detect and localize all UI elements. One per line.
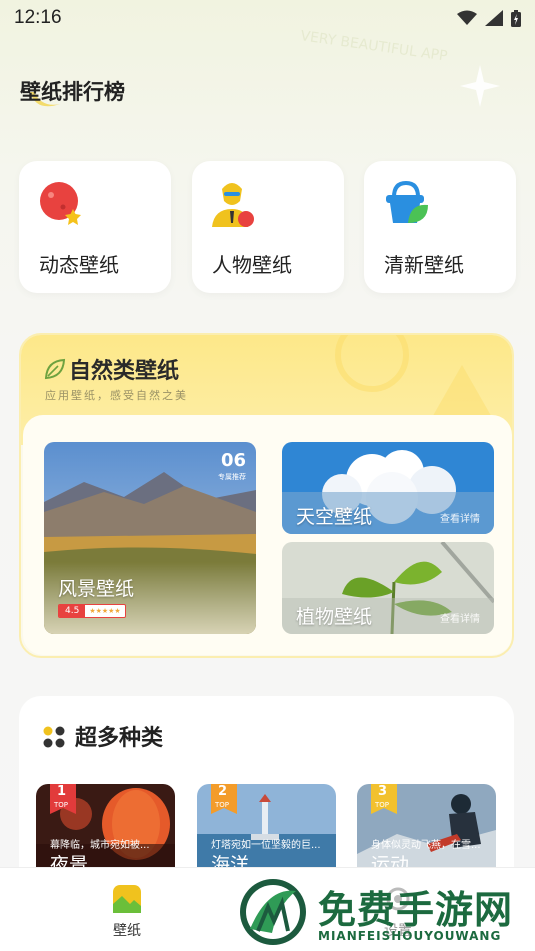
- planet-icon: [40, 182, 81, 225]
- rank-top: TOP: [215, 801, 230, 809]
- page-title: 壁纸排行榜: [20, 80, 125, 104]
- nav-item-wallpaper[interactable]: 壁纸: [112, 884, 142, 940]
- nature-section: 自然类壁纸 应用壁纸，感受自然之美 06 专属推荐 风景壁纸 4.5 ★★★★★…: [19, 333, 514, 658]
- nav-label-wallpaper: 壁纸: [113, 923, 141, 939]
- plant-card[interactable]: 植物壁纸 查看详情: [282, 542, 494, 634]
- wallpaper-icon: [113, 885, 141, 913]
- sky-label: 天空壁纸: [296, 506, 373, 528]
- nature-title: 自然类壁纸: [69, 359, 180, 384]
- rank-number: 3: [378, 784, 388, 799]
- types-section: 超多种类 1 TOP 幕降临，城市宛如被... 夜景 2 TOP 灯塔宛如一位坚…: [19, 696, 514, 896]
- rank-top: TOP: [375, 801, 390, 809]
- type-desc: 幕降临，城市宛如被...: [50, 840, 150, 851]
- leaf-icon: [44, 358, 66, 380]
- category-card-dynamic[interactable]: 动态壁纸: [19, 161, 171, 293]
- rating-value: 4.5: [59, 605, 86, 617]
- watermark-sub: MIANFEISHOUYOUWANG: [318, 929, 502, 943]
- rating-stars: ★★★★★: [85, 605, 125, 617]
- type-desc: 灯塔宛如一位坚毅的巨...: [211, 840, 321, 851]
- category-label: 动态壁纸: [39, 253, 119, 277]
- scenery-label: 风景壁纸: [58, 578, 135, 600]
- category-label: 人物壁纸: [212, 253, 292, 277]
- nature-subtitle: 应用壁纸，感受自然之美: [45, 389, 188, 402]
- watermark: 免费手游网 MIANFEISHOUYOUWANG: [236, 873, 535, 951]
- plant-detail-link[interactable]: 查看详情: [440, 610, 480, 625]
- type-desc: 身体似灵动飞燕，在雪...: [371, 840, 481, 851]
- status-bar: 12:16: [0, 0, 535, 36]
- status-time: 12:16: [14, 7, 62, 28]
- category-card-fresh[interactable]: 清新壁纸: [364, 161, 516, 293]
- rank-number: 2: [218, 784, 228, 799]
- sky-detail-link[interactable]: 查看详情: [440, 510, 480, 525]
- person-icon: [212, 183, 254, 227]
- wifi-icon: [457, 10, 477, 25]
- status-icons: [457, 9, 521, 27]
- sky-card[interactable]: 天空壁纸 查看详情: [282, 442, 494, 534]
- scenery-card[interactable]: 06 专属推荐 风景壁纸 4.5 ★★★★★: [44, 442, 256, 634]
- scenery-number: 06: [220, 450, 246, 471]
- watermark-logo: [240, 879, 306, 945]
- plant-label: 植物壁纸: [296, 606, 373, 628]
- scenery-number-sub: 专属推荐: [218, 473, 246, 481]
- bag-leaf-icon: [386, 180, 428, 223]
- rank-number: 1: [57, 784, 67, 799]
- signal-icon: [485, 10, 503, 26]
- battery-icon: [511, 9, 521, 27]
- watermark-title: 免费手游网: [318, 888, 514, 932]
- rating-badge: 4.5 ★★★★★: [58, 604, 126, 618]
- rank-top: TOP: [54, 801, 69, 809]
- grid-icon: [43, 726, 65, 748]
- types-title: 超多种类: [75, 726, 164, 751]
- nature-content: 06 专属推荐 风景壁纸 4.5 ★★★★★ 天空壁纸 查看详情 植物壁纸 查看…: [23, 415, 512, 655]
- category-card-people[interactable]: 人物壁纸: [192, 161, 344, 293]
- category-label: 清新壁纸: [384, 253, 464, 277]
